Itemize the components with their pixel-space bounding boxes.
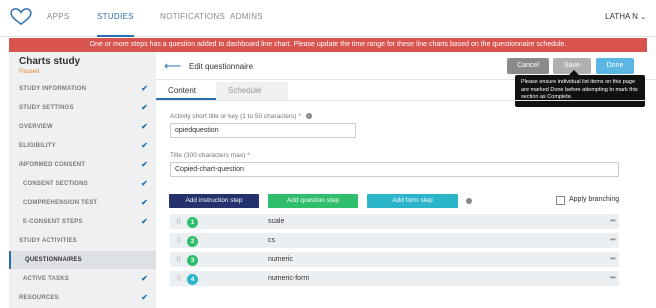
title-label-text: Title (300 characters max)	[170, 152, 246, 159]
info-icon[interactable]	[466, 198, 472, 204]
done-tooltip: Please ensure individual list items on t…	[515, 70, 645, 107]
top-nav: APPS STUDIES NOTIFICATIONS ADMINS LATHA …	[0, 0, 656, 37]
list-item[interactable]: ⠿ 1 scale •••	[170, 214, 619, 231]
sidebar-item-e-consent-steps[interactable]: E-CONSENT STEPS ✔	[9, 213, 156, 231]
step-number-badge: 3	[187, 255, 198, 266]
sidebar-item-label: E-CONSENT STEPS	[23, 219, 83, 225]
short-title-label-text: Activity short title or key (1 to 50 cha…	[170, 113, 297, 120]
more-options-icon[interactable]: •••	[610, 235, 616, 244]
user-menu[interactable]: LATHA N ⌄	[605, 12, 646, 21]
step-number-badge: 2	[187, 236, 198, 247]
more-options-icon[interactable]: •••	[610, 273, 616, 282]
step-number-badge: 1	[187, 217, 198, 228]
sidebar-item-label: STUDY SETTINGS	[19, 105, 74, 111]
heart-logo-icon[interactable]	[10, 8, 32, 26]
check-icon: ✔	[141, 274, 148, 283]
apply-branching-label: Apply branching	[569, 196, 620, 203]
info-icon[interactable]: i	[305, 113, 312, 120]
sidebar-item-label: INFORMED CONSENT	[19, 162, 86, 168]
title-label: Title (300 characters max) *	[170, 152, 250, 159]
sidebar-item-active-tasks[interactable]: ACTIVE TASKS ✔	[9, 270, 156, 288]
step-title: cs	[268, 237, 275, 244]
nav-apps[interactable]: APPS	[47, 12, 70, 21]
tab-schedule[interactable]: Schedule	[216, 82, 288, 100]
check-icon: ✔	[141, 103, 148, 112]
drag-handle-icon[interactable]: ⠿	[176, 256, 181, 264]
sidebar-item-eligibility[interactable]: ELIGIBILITY ✔	[9, 137, 156, 155]
study-name: Charts study	[19, 56, 81, 67]
cancel-button[interactable]: Cancel	[507, 58, 549, 74]
sidebar: Charts study Paused STUDY INFORMATION ✔ S…	[9, 52, 156, 308]
add-form-step-button[interactable]: Add form step	[367, 194, 458, 208]
sidebar-item-comprehension-test[interactable]: COMPREHENSION TEST ✔	[9, 194, 156, 212]
tab-content[interactable]: Content	[156, 82, 216, 100]
sidebar-item-label: COMPREHENSION TEST	[23, 200, 98, 206]
check-icon: ✔	[141, 141, 148, 150]
short-title-label: Activity short title or key (1 to 50 cha…	[170, 113, 312, 120]
alert-banner: One or more steps has a question added t…	[9, 38, 647, 52]
sidebar-item-overview[interactable]: OVERVIEW ✔	[9, 118, 156, 136]
check-icon: ✔	[141, 160, 148, 169]
check-icon: ✔	[141, 84, 148, 93]
study-status: Paused	[19, 69, 40, 75]
required-mark: *	[247, 152, 250, 159]
check-icon: ✔	[141, 122, 148, 131]
sidebar-item-label: CONSENT SECTIONS	[23, 181, 88, 187]
chevron-down-icon: ⌄	[640, 14, 646, 21]
short-title-input[interactable]: opiedquestion	[170, 123, 356, 138]
steps-list: ⠿ 1 scale ••• ⠿ 2 cs ••• ⠿ 3 numeric •••…	[170, 214, 619, 290]
tab-divider	[156, 100, 646, 101]
sidebar-item-informed-consent[interactable]: INFORMED CONSENT ✔	[9, 156, 156, 174]
check-icon: ✔	[141, 293, 148, 302]
sidebar-item-resources[interactable]: RESOURCES ✔	[9, 289, 156, 307]
check-icon: ✔	[141, 179, 148, 188]
sidebar-item-label: ACTIVE TASKS	[23, 276, 69, 282]
sidebar-item-label: OVERVIEW	[19, 124, 53, 130]
page-title: Edit questionnaire	[189, 62, 254, 71]
sidebar-item-label: QUESTIONNAIRES	[25, 257, 82, 263]
step-title: numeric-form	[268, 275, 310, 282]
sidebar-item-consent-sections[interactable]: CONSENT SECTIONS ✔	[9, 175, 156, 193]
drag-handle-icon[interactable]: ⠿	[176, 275, 181, 283]
step-number-badge: 4	[187, 274, 198, 285]
user-name: LATHA N	[605, 12, 638, 21]
drag-handle-icon[interactable]: ⠿	[176, 218, 181, 226]
title-input[interactable]: Copied-chart-question	[170, 162, 619, 177]
drag-handle-icon[interactable]: ⠿	[176, 237, 181, 245]
step-title: numeric	[268, 256, 293, 263]
sidebar-item-study-information[interactable]: STUDY INFORMATION ✔	[9, 80, 156, 98]
nav-admins[interactable]: ADMINS	[230, 12, 263, 21]
nav-studies[interactable]: STUDIES	[97, 12, 134, 37]
add-instruction-step-button[interactable]: Add instruction step	[169, 194, 259, 208]
sidebar-item-study-activities[interactable]: STUDY ACTIVITIES	[9, 232, 156, 250]
add-question-step-button[interactable]: Add question step	[268, 194, 358, 208]
sidebar-item-label: RESOURCES	[19, 295, 59, 301]
nav-notifications[interactable]: NOTIFICATIONS	[160, 12, 225, 21]
list-item[interactable]: ⠿ 4 numeric-form •••	[170, 271, 619, 288]
check-icon: ✔	[141, 198, 148, 207]
list-item[interactable]: ⠿ 3 numeric •••	[170, 252, 619, 269]
sidebar-item-questionnaires[interactable]: QUESTIONNAIRES	[9, 251, 156, 269]
done-button[interactable]: Done	[596, 58, 634, 74]
step-title: scale	[268, 218, 285, 225]
sidebar-item-label: STUDY ACTIVITIES	[19, 238, 77, 244]
sidebar-item-label: ELIGIBILITY	[19, 143, 56, 149]
list-item[interactable]: ⠿ 2 cs •••	[170, 233, 619, 250]
check-icon: ✔	[141, 217, 148, 226]
sidebar-item-label: STUDY INFORMATION	[19, 86, 87, 92]
sidebar-item-study-settings[interactable]: STUDY SETTINGS ✔	[9, 99, 156, 117]
apply-branching-checkbox[interactable]	[556, 196, 565, 205]
required-mark: *	[298, 113, 301, 120]
back-arrow-icon[interactable]: ⟵	[164, 59, 181, 73]
more-options-icon[interactable]: •••	[610, 254, 616, 263]
more-options-icon[interactable]: •••	[610, 216, 616, 225]
